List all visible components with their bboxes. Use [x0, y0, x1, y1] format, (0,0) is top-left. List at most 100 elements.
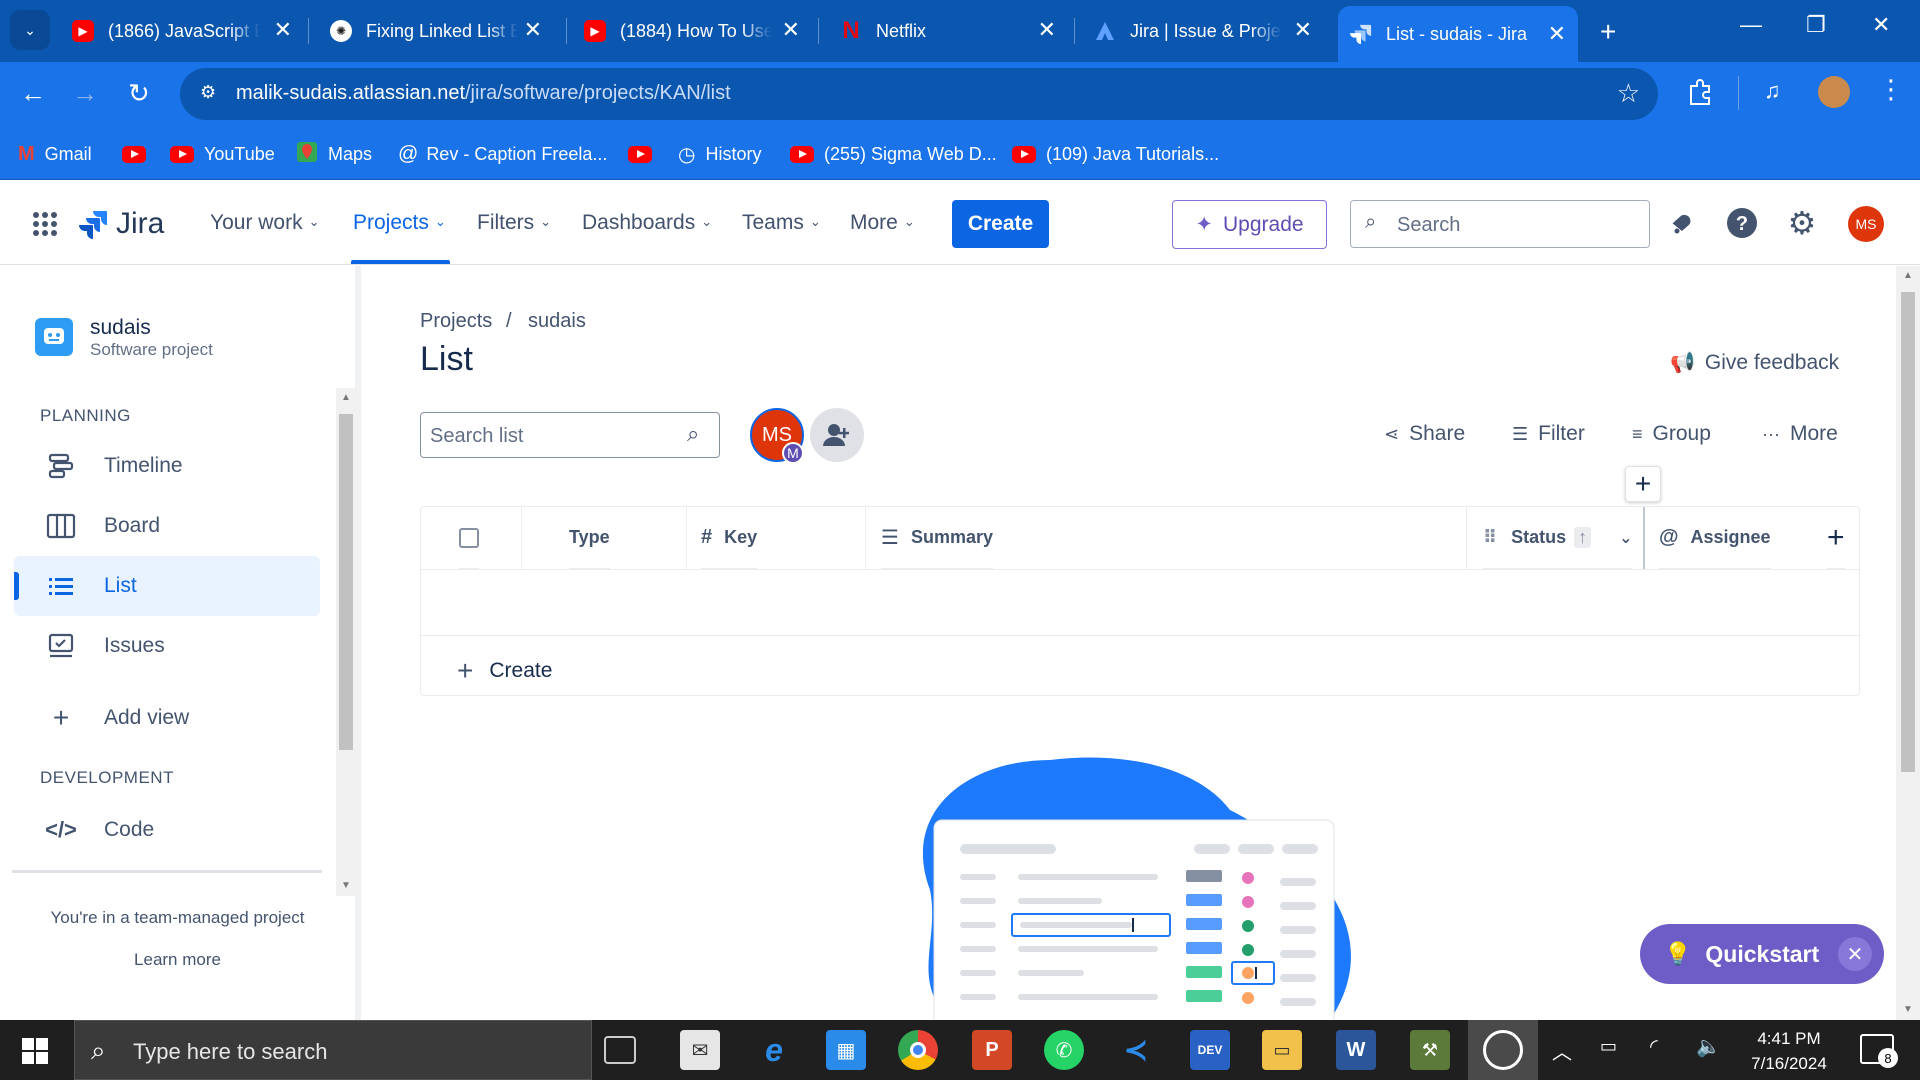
- learn-more-link[interactable]: Learn more: [0, 950, 355, 970]
- restore-icon[interactable]: ❐: [1806, 12, 1826, 38]
- powerpoint-icon[interactable]: P: [972, 1030, 1012, 1070]
- minimize-icon[interactable]: —: [1740, 12, 1762, 38]
- close-tab-icon[interactable]: ✕: [1294, 19, 1312, 41]
- devcpp-icon[interactable]: DEV: [1190, 1030, 1230, 1070]
- bookmark-history[interactable]: ◷ History: [678, 140, 761, 168]
- list-search-input[interactable]: Search list ⌕: [420, 412, 720, 458]
- browser-tab[interactable]: ▶ (1866) JavaScript E ✕: [72, 12, 292, 50]
- close-tab-icon[interactable]: ✕: [1548, 23, 1566, 45]
- create-issue-row[interactable]: + Create: [457, 655, 552, 687]
- bookmark-youtube-icon-only[interactable]: [122, 140, 156, 168]
- close-tab-icon[interactable]: ✕: [524, 19, 542, 41]
- notification-center-icon[interactable]: 8: [1860, 1034, 1898, 1068]
- sidebar-item-list[interactable]: List: [14, 556, 320, 616]
- member-avatar[interactable]: MS M: [750, 408, 804, 464]
- chrome-icon[interactable]: [898, 1030, 938, 1070]
- profile-avatar[interactable]: [1818, 76, 1850, 108]
- more-actions-button[interactable]: ··· More: [1762, 422, 1838, 446]
- task-view-icon[interactable]: [604, 1036, 636, 1064]
- close-window-icon[interactable]: ✕: [1872, 12, 1890, 38]
- bookmark-rev[interactable]: @ Rev - Caption Freela...: [398, 140, 607, 168]
- sort-ascending-icon[interactable]: ↑: [1574, 527, 1592, 548]
- edge-icon[interactable]: e: [754, 1030, 794, 1070]
- browser-tab-active[interactable]: List - sudais - Jira ✕: [1338, 6, 1578, 62]
- nav-more[interactable]: More ⌄: [850, 211, 915, 235]
- windows-start-icon[interactable]: [22, 1038, 48, 1069]
- browser-tab[interactable]: ▶ (1884) How To Use ✕: [584, 12, 800, 50]
- media-control-icon[interactable]: ♫: [1764, 78, 1781, 104]
- app-switcher-icon[interactable]: [32, 211, 58, 242]
- page-scrollbar[interactable]: ▲ ▼: [1896, 266, 1920, 1020]
- upgrade-button[interactable]: ✦ Upgrade: [1172, 200, 1327, 249]
- column-summary[interactable]: ☰ Summary: [881, 507, 993, 569]
- taskbar-search-input[interactable]: ⌕ Type here to search: [74, 1020, 592, 1080]
- bookmark-star-icon[interactable]: ☆: [1617, 78, 1640, 109]
- insert-column-button[interactable]: +: [1625, 466, 1661, 502]
- notifications-icon[interactable]: [1666, 207, 1698, 239]
- address-bar[interactable]: ⚙ malik-sudais.atlassian.net/jira/softwa…: [180, 68, 1658, 120]
- tab-search-button[interactable]: ⌄: [10, 10, 50, 50]
- give-feedback-button[interactable]: 📢 Give feedback: [1670, 350, 1839, 375]
- browser-menu-icon[interactable]: ⋮: [1878, 74, 1904, 105]
- quickstart-button[interactable]: 💡 Quickstart ✕: [1640, 924, 1884, 984]
- browser-tab[interactable]: N Netflix ✕: [840, 12, 1056, 50]
- filter-button[interactable]: ☰ Filter: [1512, 422, 1585, 446]
- browser-tab[interactable]: Jira | Issue & Proje ✕: [1094, 12, 1312, 50]
- settings-gear-icon[interactable]: ⚙: [1786, 205, 1818, 241]
- sidebar-item-issues[interactable]: Issues: [14, 616, 320, 676]
- nav-your-work[interactable]: Your work ⌄: [210, 211, 320, 235]
- column-status[interactable]: ⠿ Status ↑ ⌄: [1483, 507, 1633, 569]
- sidebar-item-timeline[interactable]: Timeline: [14, 436, 320, 496]
- add-people-button[interactable]: [810, 408, 864, 462]
- create-button[interactable]: Create: [952, 200, 1049, 248]
- close-quickstart-icon[interactable]: ✕: [1838, 937, 1872, 971]
- bookmark-youtube-icon-only[interactable]: [628, 140, 662, 168]
- nav-dashboards[interactable]: Dashboards ⌄: [582, 211, 712, 235]
- bookmark-youtube[interactable]: YouTube: [170, 140, 275, 168]
- nav-projects[interactable]: Projects ⌄: [353, 211, 446, 235]
- extensions-icon[interactable]: [1686, 78, 1714, 106]
- new-tab-icon[interactable]: +: [1600, 16, 1616, 48]
- add-column-button[interactable]: +: [1827, 507, 1845, 569]
- global-search-input[interactable]: ⌕ Search: [1350, 200, 1650, 248]
- mail-icon[interactable]: ✉: [680, 1030, 720, 1070]
- select-all-checkbox[interactable]: [459, 507, 479, 569]
- column-assignee[interactable]: @ Assignee: [1659, 507, 1771, 569]
- reload-icon[interactable]: ↻: [128, 76, 150, 110]
- nav-teams[interactable]: Teams ⌄: [742, 211, 821, 235]
- column-type[interactable]: Type: [569, 507, 610, 569]
- jira-logo[interactable]: Jira: [78, 207, 164, 241]
- show-hidden-icons-icon[interactable]: ︿: [1552, 1036, 1572, 1065]
- site-info-icon[interactable]: ⚙: [200, 82, 216, 103]
- bookmark-sigma[interactable]: (255) Sigma Web D...: [790, 140, 997, 168]
- sidebar-item-code[interactable]: </> Code: [14, 800, 320, 860]
- active-app-slot[interactable]: [1468, 1020, 1538, 1080]
- close-tab-icon[interactable]: ✕: [1038, 19, 1056, 41]
- nav-filters[interactable]: Filters ⌄: [477, 211, 551, 235]
- file-explorer-icon[interactable]: ▭: [1262, 1030, 1302, 1070]
- group-button[interactable]: ≡ Group: [1632, 422, 1711, 446]
- bookmark-gmail[interactable]: M Gmail: [18, 140, 92, 168]
- sidebar-scrollbar[interactable]: ▲ ▼: [336, 388, 356, 896]
- bookmark-maps[interactable]: Maps: [296, 140, 372, 168]
- vscode-icon[interactable]: ≺: [1116, 1030, 1156, 1070]
- user-avatar[interactable]: MS: [1848, 206, 1884, 242]
- taskbar-clock[interactable]: 4:41 PM 7/16/2024: [1734, 1026, 1844, 1076]
- browser-tab[interactable]: ✺ Fixing Linked List E ✕: [330, 12, 542, 50]
- store-icon[interactable]: ▦: [826, 1030, 866, 1070]
- help-icon[interactable]: ?: [1726, 207, 1758, 239]
- column-key[interactable]: # Key: [701, 507, 758, 569]
- sidebar-item-board[interactable]: Board: [14, 496, 320, 556]
- share-button[interactable]: ⋖ Share: [1384, 422, 1465, 446]
- bookmark-java[interactable]: (109) Java Tutorials...: [1012, 140, 1219, 168]
- battery-icon[interactable]: ▭: [1600, 1036, 1617, 1057]
- add-view-button[interactable]: + Add view: [14, 688, 320, 748]
- forward-icon[interactable]: →: [72, 76, 98, 110]
- volume-icon[interactable]: 🔈: [1696, 1034, 1721, 1059]
- close-tab-icon[interactable]: ✕: [274, 19, 292, 41]
- app-icon[interactable]: ⚒: [1410, 1030, 1450, 1070]
- whatsapp-icon[interactable]: ✆: [1044, 1030, 1084, 1070]
- wifi-icon[interactable]: ◜: [1650, 1034, 1658, 1059]
- chevron-down-icon[interactable]: ⌄: [1619, 528, 1632, 548]
- breadcrumb-project[interactable]: sudais: [528, 310, 586, 333]
